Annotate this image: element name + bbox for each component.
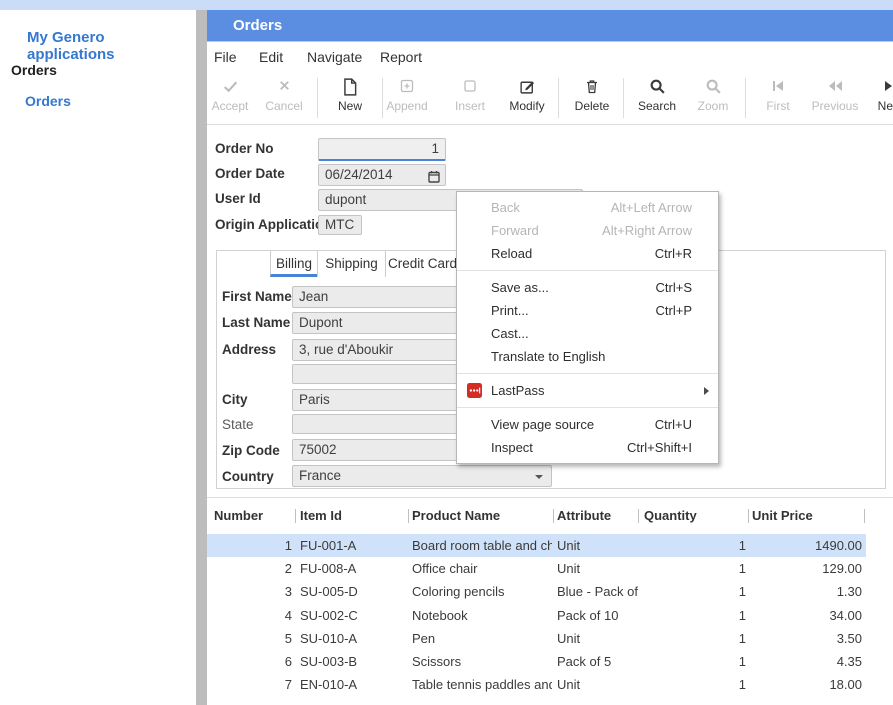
column-header-item-id[interactable]: Item Id	[300, 508, 342, 523]
menubar: File Edit Navigate Report	[207, 42, 893, 72]
order-no-field[interactable]: 1	[318, 138, 446, 161]
sidebar-item-orders[interactable]: Orders	[25, 93, 71, 109]
column-divider[interactable]	[408, 509, 409, 523]
sidebar-title[interactable]: My Genero applications	[27, 29, 196, 63]
menu-file[interactable]: File	[214, 42, 237, 72]
accept-button[interactable]: Accept	[203, 76, 257, 120]
delete-button[interactable]: Delete	[565, 76, 619, 120]
window-titlebar: Orders	[207, 10, 893, 42]
column-divider[interactable]	[864, 509, 865, 523]
context-menu-item-lastpass[interactable]: LastPass	[457, 379, 718, 402]
column-divider[interactable]	[748, 509, 749, 523]
table-row[interactable]: 4 SU-002-C Notebook Pack of 10 1 34.00	[207, 604, 866, 627]
toolbar-separator	[623, 78, 624, 118]
origin-application-field[interactable]: MTC	[318, 215, 362, 235]
column-header-unit-price[interactable]: Unit Price	[752, 508, 813, 523]
context-menu-item-cast[interactable]: Cast...	[457, 322, 718, 345]
cancel-button[interactable]: Cancel	[257, 76, 311, 120]
calendar-icon[interactable]	[428, 169, 440, 186]
origin-application-label: Origin Application	[215, 217, 332, 232]
sidebar-group-orders: Orders	[11, 62, 57, 78]
toolbar-separator	[317, 78, 318, 118]
toolbar: Accept Cancel New Append Insert Modify D…	[207, 72, 893, 125]
context-menu-separator	[457, 407, 718, 408]
menu-navigate[interactable]: Navigate	[307, 42, 362, 72]
city-label: City	[222, 392, 248, 407]
table-row[interactable]: 2 FU-008-A Office chair Unit 1 129.00	[207, 557, 866, 580]
column-header-number[interactable]: Number	[214, 508, 263, 523]
sidebar: My Genero applications Orders Orders	[0, 10, 196, 705]
new-button[interactable]: New	[323, 76, 377, 120]
country-combobox[interactable]: France	[292, 465, 552, 487]
append-button[interactable]: Append	[380, 76, 434, 120]
table-row[interactable]: 5 SU-010-A Pen Unit 1 3.50	[207, 627, 866, 650]
lastpass-icon	[467, 383, 482, 398]
order-no-label: Order No	[215, 141, 274, 156]
context-menu-item-inspect[interactable]: Inspect Ctrl+Shift+I	[457, 436, 718, 459]
rewind-icon	[808, 78, 862, 98]
previous-button[interactable]: Previous	[808, 76, 862, 120]
x-icon	[257, 78, 311, 98]
order-date-label: Order Date	[215, 166, 285, 181]
new-document-icon	[323, 78, 377, 98]
column-header-quantity[interactable]: Quantity	[644, 508, 697, 523]
square-icon	[443, 78, 497, 98]
address-label: Address	[222, 342, 276, 357]
pencil-square-icon	[500, 78, 554, 98]
check-icon	[203, 78, 257, 98]
column-header-attribute[interactable]: Attribute	[557, 508, 611, 523]
context-menu-separator	[457, 373, 718, 374]
user-id-label: User Id	[215, 191, 261, 206]
context-menu-separator	[457, 270, 718, 271]
zoom-button[interactable]: Zoom	[686, 76, 740, 120]
browser-context-menu: Back Alt+Left Arrow Forward Alt+Right Ar…	[456, 191, 719, 464]
modify-button[interactable]: Modify	[500, 76, 554, 120]
context-menu-item-save-as[interactable]: Save as... Ctrl+S	[457, 276, 718, 299]
last-name-label: Last Name	[222, 315, 290, 330]
toolbar-separator	[558, 78, 559, 118]
first-name-label: First Name	[222, 289, 292, 304]
skip-next-icon	[863, 78, 893, 98]
zoom-magnifier-icon	[686, 78, 740, 98]
tab-shipping[interactable]: Shipping	[317, 251, 385, 277]
submenu-arrow-icon	[704, 387, 709, 395]
zip-code-label: Zip Code	[222, 443, 280, 458]
search-icon	[630, 78, 684, 98]
tab-credit-card[interactable]: Credit Card	[385, 251, 460, 277]
context-menu-item-print[interactable]: Print... Ctrl+P	[457, 299, 718, 322]
menu-edit[interactable]: Edit	[259, 42, 283, 72]
plus-square-icon	[380, 78, 434, 98]
table-row[interactable]: 1 FU-001-A Board room table and ch Unit …	[207, 534, 866, 557]
context-menu-item-view-source[interactable]: View page source Ctrl+U	[457, 413, 718, 436]
order-date-field[interactable]: 06/24/2014	[318, 164, 446, 186]
table-row[interactable]: 7 EN-010-A Table tennis paddles and Unit…	[207, 673, 866, 696]
column-divider[interactable]	[295, 509, 296, 523]
toolbar-separator	[745, 78, 746, 118]
table-row[interactable]: 3 SU-005-D Coloring pencils Blue - Pack …	[207, 580, 866, 603]
context-menu-item-translate[interactable]: Translate to English	[457, 345, 718, 368]
dropdown-arrow-icon[interactable]	[535, 475, 543, 479]
trash-icon	[565, 78, 619, 98]
context-menu-item-forward[interactable]: Forward Alt+Right Arrow	[457, 219, 718, 242]
browser-top-strip	[0, 0, 893, 10]
column-divider[interactable]	[638, 509, 639, 523]
column-divider[interactable]	[553, 509, 554, 523]
skip-first-icon	[751, 78, 805, 98]
first-button[interactable]: First	[751, 76, 805, 120]
menu-report[interactable]: Report	[380, 42, 422, 72]
table-row[interactable]: 6 SU-003-B Scissors Pack of 5 1 4.35	[207, 650, 866, 673]
context-menu-item-back[interactable]: Back Alt+Left Arrow	[457, 196, 718, 219]
next-button[interactable]: Next	[863, 76, 893, 120]
window-title: Orders	[233, 10, 282, 41]
state-label: State	[222, 417, 254, 432]
column-header-product[interactable]: Product Name	[412, 508, 500, 523]
country-label: Country	[222, 469, 274, 484]
tab-billing[interactable]: Billing	[270, 251, 317, 277]
search-button[interactable]: Search	[630, 76, 684, 120]
insert-button[interactable]: Insert	[443, 76, 497, 120]
context-menu-item-reload[interactable]: Reload Ctrl+R	[457, 242, 718, 265]
order-lines-table: Number Item Id Product Name Attribute Qu…	[207, 498, 893, 705]
